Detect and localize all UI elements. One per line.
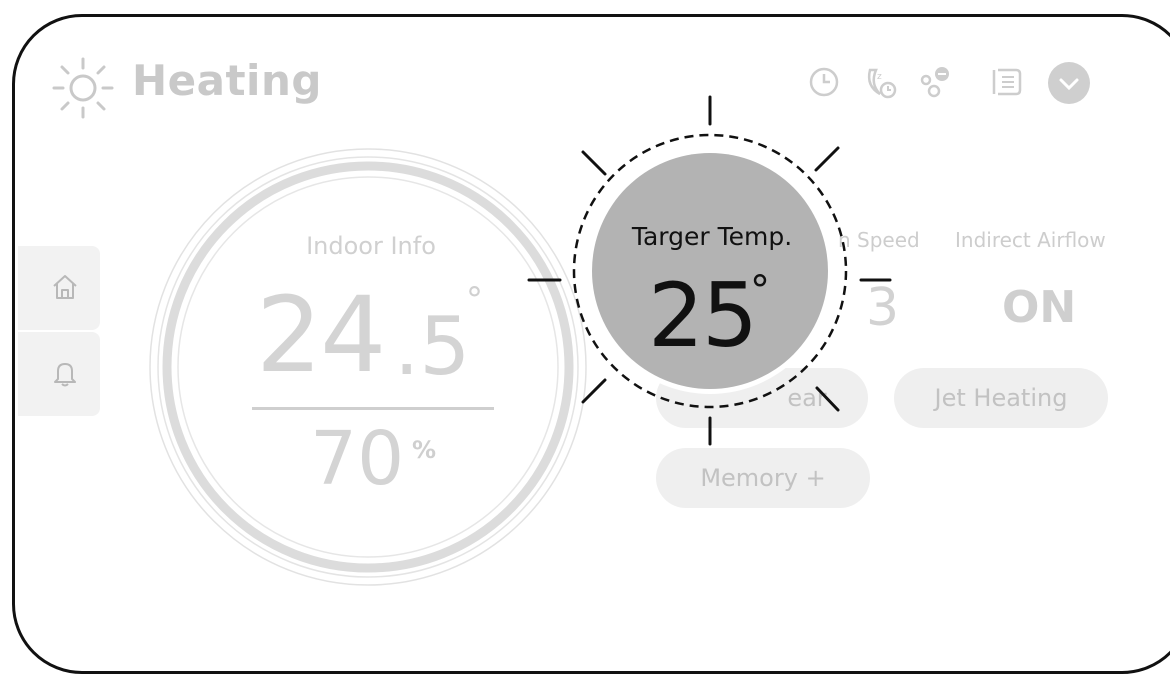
side-nav-home[interactable] bbox=[18, 246, 100, 330]
indoor-temp-unit: ° bbox=[466, 280, 483, 320]
mode-title: Heating bbox=[132, 56, 322, 105]
side-nav bbox=[18, 246, 100, 416]
target-temp-value[interactable]: 25 bbox=[648, 264, 758, 367]
humidity-value: 70 bbox=[310, 416, 405, 502]
sun-icon bbox=[52, 57, 114, 119]
display-icon[interactable] bbox=[988, 64, 1024, 100]
dropdown-button[interactable] bbox=[1048, 62, 1090, 104]
indirect-airflow-label: Indirect Airflow bbox=[955, 228, 1106, 252]
jet-heating-button[interactable]: Jet Heating bbox=[894, 368, 1108, 428]
indoor-info-label: Indoor Info bbox=[306, 232, 436, 260]
memory-plus-button[interactable]: Memory + bbox=[656, 448, 870, 508]
bell-icon bbox=[54, 363, 76, 387]
target-temp-label: Targer Temp. bbox=[631, 222, 793, 251]
indoor-temp-value: 24 bbox=[256, 274, 386, 396]
chevron-down-icon bbox=[1059, 78, 1079, 91]
home-icon bbox=[53, 275, 77, 299]
jet-heating-label: Jet Heating bbox=[934, 384, 1068, 412]
memory-plus-label: Memory + bbox=[700, 464, 826, 492]
target-temp-unit: ° bbox=[750, 268, 770, 314]
filter-icon[interactable] bbox=[918, 64, 954, 100]
svg-text:z: z bbox=[877, 72, 882, 82]
indoor-temp-decimal: .5 bbox=[394, 300, 471, 393]
side-nav-notifications[interactable] bbox=[18, 332, 100, 416]
humidity-unit: % bbox=[412, 436, 437, 464]
indirect-airflow-value[interactable]: ON bbox=[1002, 282, 1076, 333]
dial-divider bbox=[252, 407, 494, 410]
